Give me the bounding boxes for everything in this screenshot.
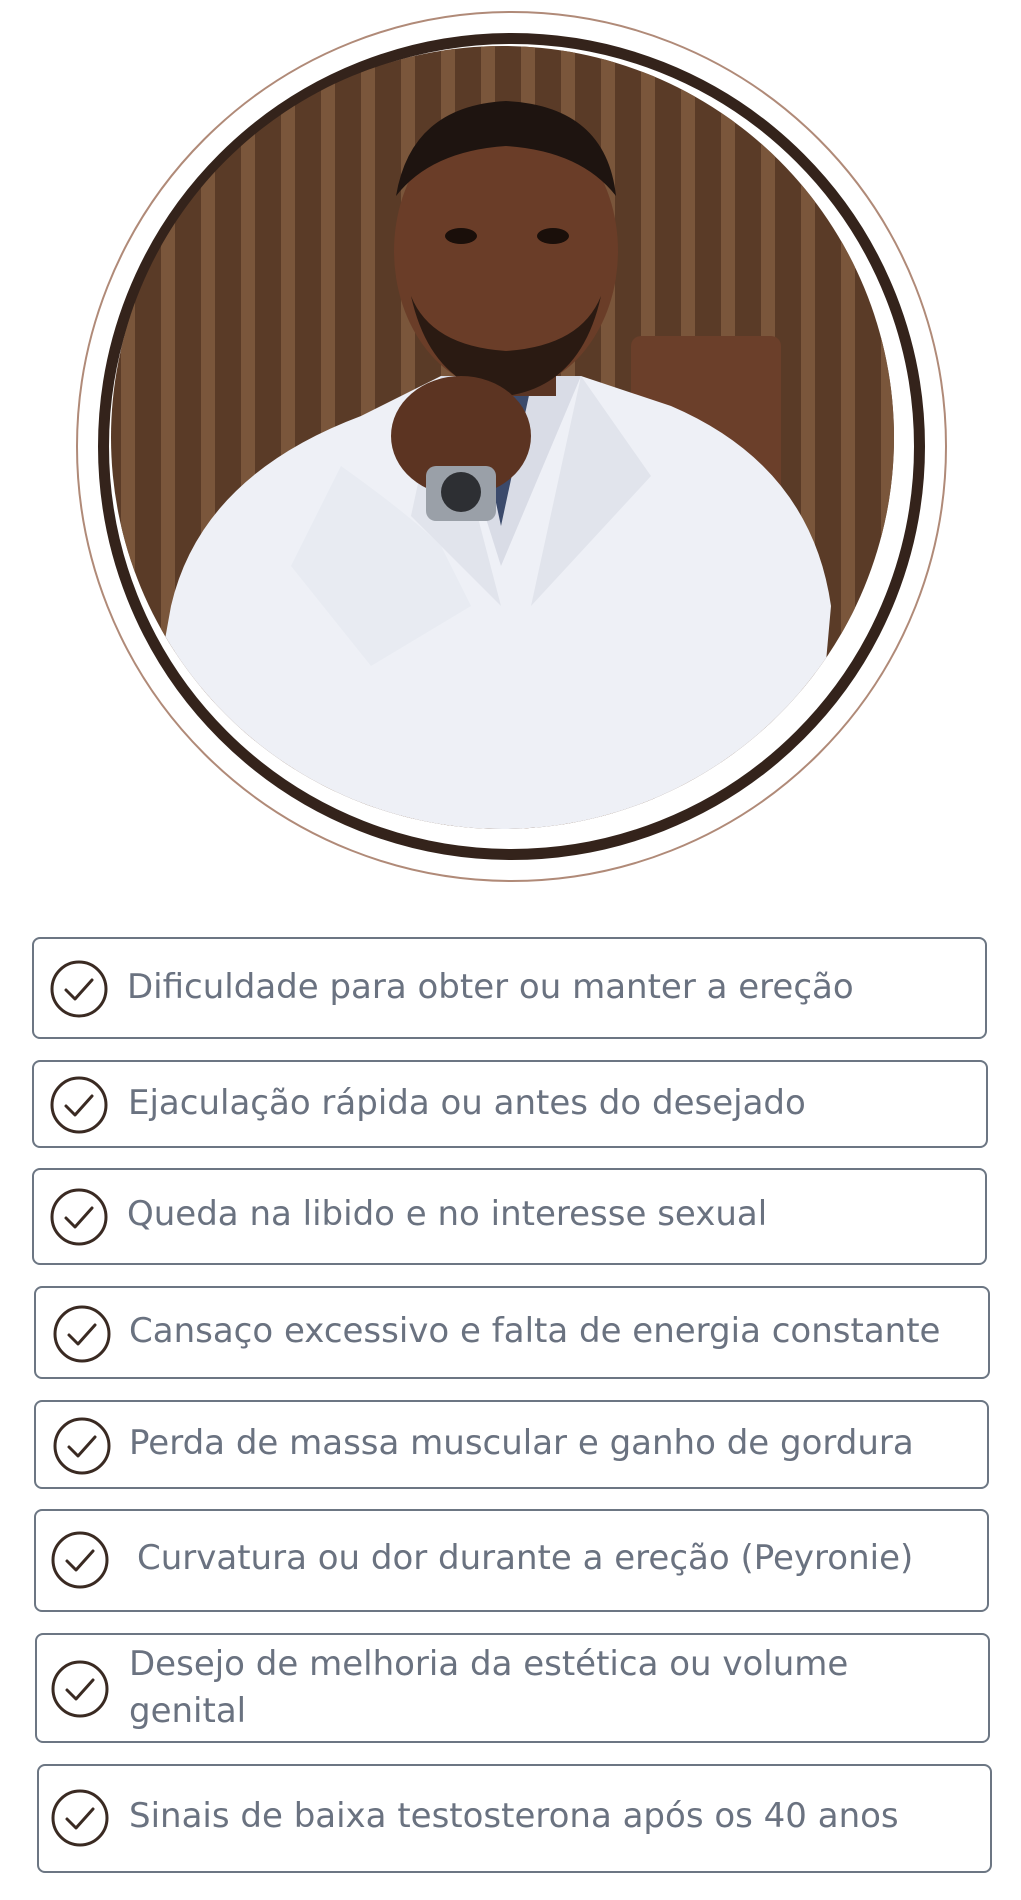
check-circle-icon	[50, 1788, 110, 1848]
check-circle-icon	[49, 1187, 109, 1247]
symptom-label: Curvatura ou dor durante a ereção (Peyro…	[137, 1538, 914, 1578]
symptom-item-aesthetics: Desejo de melhoria da estética ou volume…	[35, 1633, 990, 1743]
doctor-portrait-image	[111, 46, 894, 829]
symptom-item-muscle-loss: Perda de massa muscular e ganho de gordu…	[34, 1400, 989, 1489]
symptom-label: Perda de massa muscular e ganho de gordu…	[129, 1423, 914, 1463]
symptom-label: Ejaculação rápida ou antes do desejado	[128, 1083, 806, 1123]
page: Dificuldade para obter ou manter a ereçã…	[0, 0, 1021, 1900]
symptom-label: Desejo de melhoria da estética ou volume…	[129, 1644, 849, 1731]
symptom-label: Dificuldade para obter ou manter a ereçã…	[127, 967, 854, 1007]
check-circle-icon	[52, 1304, 112, 1364]
symptom-item-peyronie: Curvatura ou dor durante a ereção (Peyro…	[34, 1509, 989, 1612]
symptom-item-libido-drop: Queda na libido e no interesse sexual	[32, 1168, 987, 1265]
check-circle-icon	[50, 1530, 110, 1590]
check-circle-icon	[52, 1416, 112, 1476]
portrait-outer-ring	[76, 11, 947, 882]
symptom-label: Cansaço excessivo e falta de energia con…	[129, 1311, 941, 1351]
symptom-item-erection-difficulty: Dificuldade para obter ou manter a ereçã…	[32, 937, 987, 1039]
doctor-portrait	[111, 46, 894, 829]
check-circle-icon	[49, 1075, 109, 1135]
check-circle-icon	[50, 1659, 110, 1719]
symptom-item-low-testosterone: Sinais de baixa testosterona após os 40 …	[37, 1764, 992, 1873]
check-circle-icon	[49, 959, 109, 1019]
symptom-item-premature-ejaculation: Ejaculação rápida ou antes do desejado	[32, 1060, 988, 1148]
symptom-item-fatigue: Cansaço excessivo e falta de energia con…	[34, 1286, 990, 1379]
symptom-label: Queda na libido e no interesse sexual	[127, 1194, 768, 1234]
symptom-label: Sinais de baixa testosterona após os 40 …	[129, 1796, 899, 1836]
